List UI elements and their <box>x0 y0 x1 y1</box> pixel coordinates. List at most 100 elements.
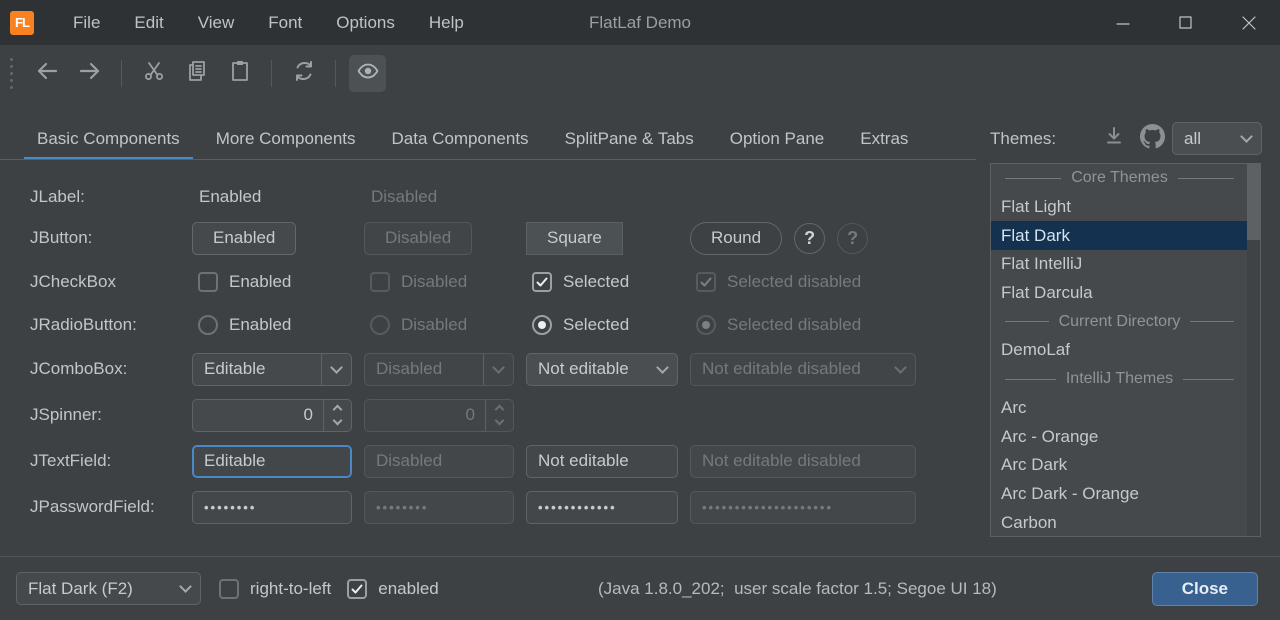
paste-button[interactable] <box>221 55 258 92</box>
grid-cell: Not editable <box>526 438 690 484</box>
grid-cell: Disabled <box>364 216 526 260</box>
back-icon <box>35 59 59 88</box>
menu-view[interactable]: View <box>181 0 252 45</box>
radiobutton-enabled[interactable]: Enabled <box>198 315 291 335</box>
grid-cell: Editable <box>192 438 364 484</box>
github-button[interactable] <box>1136 123 1168 154</box>
button-disabled[interactable]: Disabled <box>364 222 472 255</box>
close-button[interactable]: Close <box>1152 572 1258 606</box>
radiobutton-selected[interactable]: Selected <box>532 315 629 335</box>
spinner-value: 0 <box>193 405 323 425</box>
right-to-left-checkbox[interactable]: right-to-left <box>219 579 331 599</box>
radio-circle <box>198 315 218 335</box>
lookandfeel-combobox[interactable]: Flat Dark (F2) <box>16 572 201 605</box>
menu-file[interactable]: File <box>56 0 117 45</box>
password-field[interactable]: •••••••••••••••••••• <box>690 491 916 524</box>
combobox-value: Editable <box>193 359 321 379</box>
checkbox-label: Selected disabled <box>727 272 861 292</box>
chevron-down-icon <box>894 361 907 374</box>
checkbox-selected-disabled[interactable]: Selected disabled <box>696 272 861 292</box>
cut-button[interactable] <box>135 55 172 92</box>
combobox-arrow <box>885 354 915 385</box>
chevron-down-icon <box>330 361 343 374</box>
spinner-down-button[interactable] <box>333 416 343 426</box>
button-square[interactable]: Square <box>526 222 623 255</box>
spinner[interactable]: 0 <box>364 399 514 432</box>
textfield-disabled[interactable]: Disabled <box>364 445 514 478</box>
window-controls <box>1091 0 1280 45</box>
password-field[interactable]: •••••••• <box>364 491 514 524</box>
show-hint-toggle-button[interactable] <box>349 55 386 92</box>
titlebar: FL FileEditViewFontOptionsHelp FlatLaf D… <box>0 0 1280 45</box>
paste-icon <box>228 59 252 88</box>
textfield-not-editable-disabled[interactable]: Not editable disabled <box>690 445 916 478</box>
toolbar-grip[interactable] <box>10 58 13 89</box>
combobox-arrow <box>483 354 513 385</box>
checkbox-selected[interactable]: Selected <box>532 272 629 292</box>
textfield-editable[interactable]: Editable <box>192 445 352 478</box>
download-icon <box>1103 125 1125 152</box>
button-enabled[interactable]: Enabled <box>192 222 296 255</box>
radiobutton-selected-disabled[interactable]: Selected disabled <box>696 315 861 335</box>
themes-scrollbar-thumb[interactable] <box>1247 164 1260 240</box>
combobox-arrow <box>321 354 351 385</box>
spinner-up-button[interactable] <box>495 405 505 415</box>
status-text: (Java 1.8.0_202; user scale factor 1.5; … <box>598 579 997 599</box>
combobox-not-editable[interactable]: Not editable <box>526 353 678 386</box>
menu-options[interactable]: Options <box>319 0 412 45</box>
radio-circle <box>532 315 552 335</box>
menu-edit[interactable]: Edit <box>117 0 180 45</box>
radio-circle <box>696 315 716 335</box>
spinner-down-button[interactable] <box>495 416 505 426</box>
themes-filter-combobox[interactable]: all <box>1172 122 1262 155</box>
help-button[interactable]: ? <box>837 223 868 254</box>
combobox-arrow <box>647 354 677 385</box>
copy-icon <box>185 59 209 88</box>
checkbox-box <box>198 272 218 292</box>
tab-extras[interactable]: Extras <box>847 118 921 160</box>
button-round[interactable]: Round <box>690 222 782 255</box>
menu-font[interactable]: Font <box>251 0 319 45</box>
refresh-button[interactable] <box>285 55 322 92</box>
help-button[interactable]: ? <box>794 223 825 254</box>
checkbox-enabled[interactable]: Enabled <box>198 272 291 292</box>
enabled-checkbox[interactable]: enabled <box>347 579 439 599</box>
close-window-button[interactable] <box>1217 0 1280 45</box>
password-field[interactable]: •••••••••••• <box>526 491 678 524</box>
combobox-disabled[interactable]: Disabled <box>364 353 514 386</box>
checkbox-disabled[interactable]: Disabled <box>370 272 467 292</box>
themes-header: Themes: all <box>990 123 1262 154</box>
grid-cell: 0 <box>192 392 364 438</box>
combobox-editable[interactable]: Editable <box>192 353 352 386</box>
combobox-not-editable-disabled[interactable]: Not editable disabled <box>690 353 916 386</box>
password-field[interactable]: •••••••• <box>192 491 352 524</box>
back-button[interactable] <box>28 55 65 92</box>
tab-option-pane[interactable]: Option Pane <box>717 118 838 160</box>
tab-data-components[interactable]: Data Components <box>379 118 542 160</box>
tab-basic-components[interactable]: Basic Components <box>24 118 193 160</box>
spinner[interactable]: 0 <box>192 399 352 432</box>
maximize-button[interactable] <box>1154 0 1217 45</box>
checkbox-box <box>347 579 367 599</box>
download-theme-button[interactable] <box>1098 123 1130 154</box>
menu-help[interactable]: Help <box>412 0 481 45</box>
spinner-value: 0 <box>365 405 485 425</box>
spinner-up-button[interactable] <box>333 405 343 415</box>
grid-cell: Enabled <box>192 260 364 304</box>
row-label-jcombobox: JComboBox: <box>30 359 192 379</box>
themes-scrollbar-track[interactable] <box>1247 164 1260 536</box>
tab-splitpane-tabs[interactable]: SplitPane & Tabs <box>552 118 707 160</box>
textfield-not-editable[interactable]: Not editable <box>526 445 678 478</box>
checkbox-label: right-to-left <box>250 579 331 599</box>
row-label-jlabel: JLabel: <box>30 187 192 207</box>
radiobutton-disabled[interactable]: Disabled <box>370 315 467 335</box>
copy-button[interactable] <box>178 55 215 92</box>
chevron-down-icon <box>656 361 669 374</box>
flatlaf-logo-icon: FL <box>10 11 34 35</box>
grid-cell: Round?? <box>690 216 1082 260</box>
forward-button[interactable] <box>71 55 108 92</box>
static-label: Enabled <box>192 187 261 207</box>
minimize-button[interactable] <box>1091 0 1154 45</box>
grid-cell: Not editable <box>526 346 690 392</box>
tab-more-components[interactable]: More Components <box>203 118 369 160</box>
